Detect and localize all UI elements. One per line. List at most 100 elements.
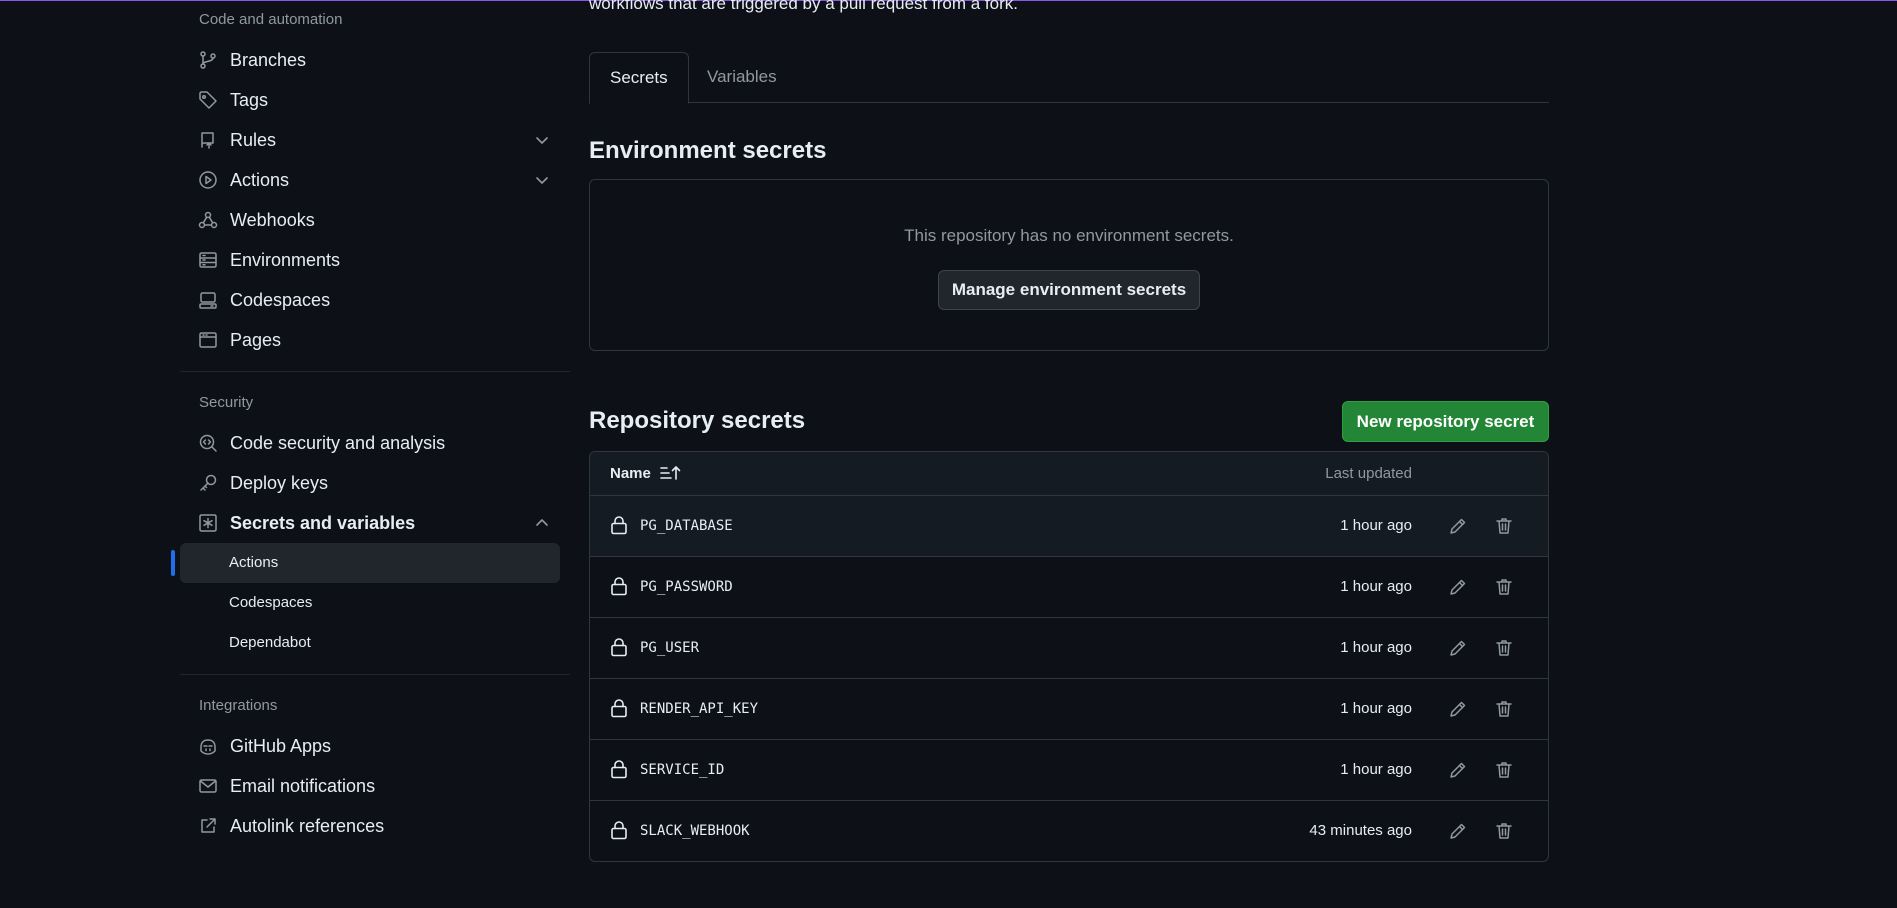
sidebar-item-github-apps[interactable]: GitHub Apps [180, 726, 570, 766]
repository-secrets-table: Name Last updated PG_DATABASE 1 hour ago… [589, 451, 1549, 862]
sidebar-divider [180, 674, 570, 675]
git-branch-icon [198, 50, 218, 70]
sidebar-subitem-label: Codespaces [229, 594, 313, 611]
secret-name: PG_USER [640, 640, 700, 656]
sidebar-item-branches[interactable]: Branches [180, 40, 570, 80]
sidebar-item-tags[interactable]: Tags [180, 80, 570, 120]
sidebar-item-email-notifications[interactable]: Email notifications [180, 766, 570, 806]
sort-ascending-icon[interactable] [659, 465, 681, 481]
codespaces-icon [198, 290, 218, 310]
last-updated: 1 hour ago [1340, 517, 1412, 534]
copilot-icon [198, 736, 218, 756]
trash-icon[interactable] [1494, 760, 1514, 780]
sidebar-subitem-dependabot[interactable]: Dependabot [180, 623, 560, 663]
link-external-icon [198, 816, 218, 836]
chevron-down-icon[interactable] [534, 172, 550, 188]
secret-name: SERVICE_ID [640, 762, 725, 778]
active-indicator [171, 550, 175, 576]
sidebar-item-label: Secrets and variables [230, 512, 416, 533]
sidebar-item-actions[interactable]: Actions [180, 160, 570, 200]
table-row: SLACK_WEBHOOK 43 minutes ago [590, 801, 1548, 861]
secret-name: PG_DATABASE [640, 518, 733, 534]
secret-name: SLACK_WEBHOOK [640, 823, 750, 839]
column-header-last-updated: Last updated [1325, 465, 1412, 482]
webhook-icon [198, 210, 218, 230]
sidebar-item-codespaces[interactable]: Codespaces [180, 280, 570, 320]
section-heading-integrations: Integrations [199, 697, 278, 714]
last-updated: 1 hour ago [1340, 700, 1412, 717]
sidebar-item-label: Codespaces [230, 289, 331, 310]
settings-sidebar: Code and automation Branches Tags Rules … [171, 0, 570, 846]
lock-icon [610, 576, 628, 596]
repository-secrets-heading: Repository secrets [589, 407, 806, 434]
pencil-icon[interactable] [1448, 516, 1468, 536]
trash-icon[interactable] [1494, 577, 1514, 597]
sidebar-item-webhooks[interactable]: Webhooks [180, 200, 570, 240]
key-icon [198, 473, 218, 493]
sidebar-item-label: Rules [230, 129, 277, 150]
table-row: PG_PASSWORD 1 hour ago [590, 557, 1548, 618]
chevron-down-icon[interactable] [534, 132, 550, 148]
pencil-icon[interactable] [1448, 638, 1468, 658]
play-icon [198, 170, 218, 190]
sidebar-item-label: Email notifications [230, 775, 376, 796]
sidebar-subitem-actions[interactable]: Actions [171, 543, 560, 583]
sidebar-item-label: Branches [230, 49, 307, 70]
tag-icon [198, 90, 218, 110]
sidebar-item-label: Autolink references [230, 815, 385, 836]
table-row: PG_DATABASE 1 hour ago [590, 496, 1548, 557]
pencil-icon[interactable] [1448, 821, 1468, 841]
pencil-icon[interactable] [1448, 760, 1468, 780]
new-repository-secret-button[interactable]: New repository secret [1342, 401, 1549, 442]
environment-secrets-heading: Environment secrets [589, 137, 827, 164]
sidebar-item-pages[interactable]: Pages [180, 320, 570, 360]
trash-icon[interactable] [1494, 821, 1514, 841]
empty-state-message: This repository has no environment secre… [904, 226, 1234, 245]
sidebar-item-label: GitHub Apps [230, 735, 332, 756]
tab-secrets[interactable]: Secrets [589, 52, 689, 104]
sidebar-item-code-security[interactable]: Code security and analysis [180, 423, 570, 463]
sidebar-item-label: Environments [230, 249, 341, 270]
sidebar-subitem-codespaces[interactable]: Codespaces [180, 583, 560, 623]
secret-name: PG_PASSWORD [640, 579, 733, 595]
section-heading-security: Security [199, 394, 254, 411]
tab-variables[interactable]: Variables [687, 52, 797, 102]
sidebar-item-secrets-and-variables[interactable]: Secrets and variables [180, 503, 570, 543]
lock-icon [610, 698, 628, 718]
section-heading-code-automation: Code and automation [199, 11, 343, 28]
mail-icon [198, 776, 218, 796]
manage-environment-secrets-button[interactable]: Manage environment secrets [938, 270, 1200, 310]
sidebar-item-label: Tags [230, 89, 269, 110]
lock-icon [610, 637, 628, 657]
secret-name: RENDER_API_KEY [640, 701, 759, 717]
pencil-icon[interactable] [1448, 699, 1468, 719]
sidebar-item-label: Code security and analysis [230, 432, 446, 453]
table-row: SERVICE_ID 1 hour ago [590, 740, 1548, 801]
sidebar-item-label: Pages [230, 329, 282, 350]
trash-icon[interactable] [1494, 699, 1514, 719]
sidebar-item-environments[interactable]: Environments [180, 240, 570, 280]
sidebar-item-deploy-keys[interactable]: Deploy keys [180, 463, 570, 503]
sidebar-subitem-label: Dependabot [229, 634, 311, 651]
table-row: PG_USER 1 hour ago [590, 618, 1548, 679]
asterisk-icon [198, 513, 218, 533]
sidebar-subitem-label: Actions [229, 554, 279, 571]
codescan-icon [198, 433, 218, 453]
lock-icon [610, 759, 628, 779]
trash-icon[interactable] [1494, 638, 1514, 658]
sidebar-item-label: Actions [230, 169, 290, 190]
trash-icon[interactable] [1494, 516, 1514, 536]
sidebar-item-label: Deploy keys [230, 472, 329, 493]
last-updated: 43 minutes ago [1309, 822, 1412, 839]
sidebar-item-rules[interactable]: Rules [180, 120, 570, 160]
pencil-icon[interactable] [1448, 577, 1468, 597]
environment-secrets-box: This repository has no environment secre… [589, 179, 1549, 351]
sidebar-item-autolink-references[interactable]: Autolink references [180, 806, 570, 846]
sidebar-item-label: Webhooks [230, 209, 315, 230]
secrets-variables-tabs: Secrets Variables [589, 52, 1549, 104]
browser-icon [198, 330, 218, 350]
chevron-up-icon[interactable] [534, 515, 550, 531]
lock-icon [610, 820, 628, 840]
intro-text: workflows that are triggered by a pull r… [589, 0, 1018, 13]
column-header-name[interactable]: Name [610, 452, 651, 495]
